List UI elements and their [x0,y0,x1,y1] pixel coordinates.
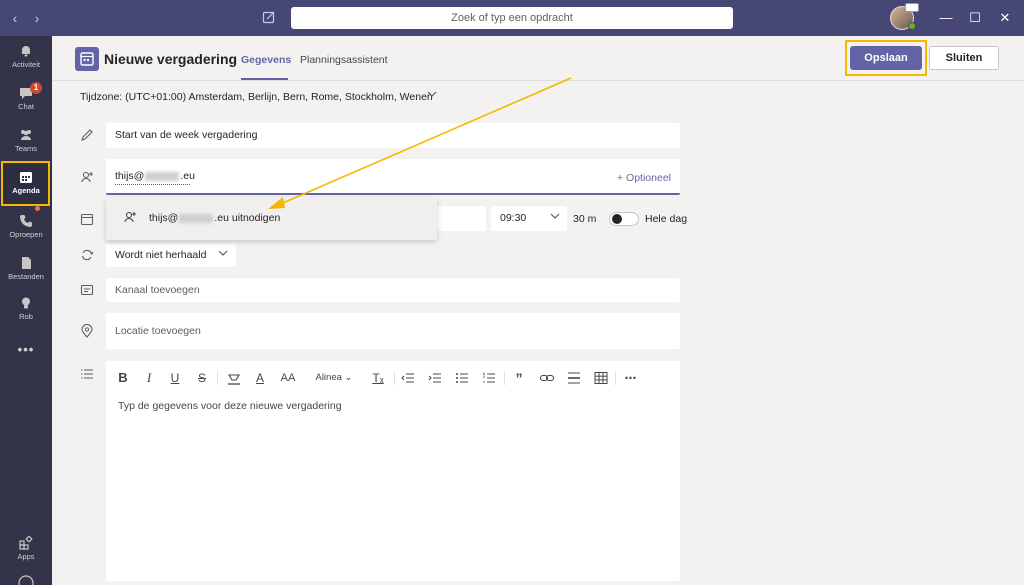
rail-item-more[interactable]: ••• [0,336,52,364]
toolbar-separator [394,371,395,385]
bell-icon [22,46,30,57]
rail-item-chat[interactable]: Chat [0,80,52,122]
duration-label: 30 m [573,213,597,225]
timezone-selector[interactable]: Tijdzone: (UTC+01:00) Amsterdam, Berlijn… [80,91,433,103]
toggle-knob [612,214,622,224]
rail-item-label: Teams [14,144,38,153]
file-icon [22,257,31,269]
help-icon[interactable] [18,575,34,585]
repeat-select[interactable]: Wordt niet herhaald [106,244,236,267]
search-input[interactable]: Zoek of typ een opdracht [291,7,733,29]
title-input[interactable]: Start van de week vergadering [106,123,680,148]
back-icon[interactable]: ‹ [6,9,24,27]
table-icon[interactable] [594,370,608,386]
clear-format-button[interactable]: Tₓ [370,370,386,386]
chat-badge: 1 [30,82,42,94]
details-editor[interactable] [106,361,680,581]
teams-icon [21,130,31,140]
chevron-down-icon[interactable] [427,89,437,99]
rail-item-activity[interactable]: Activiteit [0,38,52,80]
redacted-domain [145,171,180,181]
end-date-input[interactable] [437,206,486,231]
tab-details[interactable]: Gegevens [241,54,291,66]
bulb-icon [22,297,30,309]
apps-icon [19,536,33,550]
spellcheck-underline [115,183,190,185]
attendee-suffix: .eu [180,170,195,182]
rail-item-rob[interactable]: Rob [0,290,52,332]
agenda-highlight-annotation [1,161,50,206]
underline-button[interactable]: U [168,370,182,386]
channel-icon [80,284,94,296]
save-button[interactable]: Opslaan [850,46,922,70]
numbered-list-icon[interactable] [482,370,496,386]
toolbar-separator [615,371,616,385]
highlight-icon[interactable] [226,370,242,386]
link-icon[interactable] [539,370,555,386]
indent-icon[interactable] [428,370,442,386]
paragraph-select[interactable]: Alinea ⌄ [314,370,354,386]
chevron-down-icon[interactable] [218,248,228,258]
tab-underline [241,78,288,80]
bold-button[interactable]: B [116,370,130,386]
attendee-prefix: thijs@ [115,170,145,182]
presence-status-icon [908,22,916,30]
rail-item-label: Rob [19,312,33,321]
optional-attendees-link[interactable]: + Optioneel [617,172,671,184]
tab-scheduling-assistant[interactable]: Planningsassistent [300,54,388,66]
location-icon [81,324,93,338]
invite-prefix: thijs@ [149,212,179,224]
rail-item-files[interactable]: Bestanden [0,250,52,292]
outdent-icon[interactable] [401,370,415,386]
quote-button[interactable]: ” [512,370,526,386]
close-window-button[interactable]: ✕ [996,9,1014,27]
rail-item-label: Apps [17,552,35,561]
toolbar-separator [217,371,218,385]
rail-item-calls[interactable]: Oproepen [0,208,52,250]
minimize-button[interactable]: — [937,9,955,27]
more-options-icon[interactable]: ⋯ [623,370,639,386]
allday-label: Hele dag [645,213,688,225]
rail-item-apps[interactable]: Apps [0,530,52,572]
calendar-icon [80,213,94,226]
rail-item-label: Chat [18,102,34,111]
horizontal-rule-icon[interactable] [567,370,581,386]
repeat-icon [81,249,94,261]
compose-icon[interactable] [262,10,276,24]
rail-item-label: Oproepen [9,230,43,239]
rail-item-label: Activiteit [12,60,40,69]
paragraph-label: Alinea [315,372,342,383]
page-title: Nieuwe vergadering [104,51,238,67]
pencil-icon [81,129,93,141]
add-person-icon [81,171,93,183]
close-button[interactable]: Sluiten [929,46,999,70]
editor-placeholder: Typ de gegevens voor deze nieuwe vergade… [118,400,342,412]
invite-suggestion-text[interactable]: thijs@ .eu uitnodigen [149,212,280,224]
forward-icon[interactable]: › [28,9,46,27]
invite-suffix: .eu uitnodigen [214,212,281,224]
attendee-typed-text: thijs@ .eu [115,170,195,182]
calendar-icon [75,47,99,71]
rail-item-label: Bestanden [8,272,44,281]
add-person-icon [124,211,136,223]
rail-item-teams[interactable]: Teams [0,122,52,164]
location-input[interactable]: Locatie toevoegen [106,313,680,349]
bullet-list-icon[interactable] [455,370,469,386]
details-icon [81,369,93,379]
font-color-button[interactable]: A [253,370,267,386]
phone-icon [20,215,32,227]
maximize-button[interactable]: ☐ [966,9,984,27]
channel-input[interactable]: Kanaal toevoegen [106,278,680,302]
italic-button[interactable]: I [142,370,156,386]
more-icon: ••• [17,342,35,357]
redacted-domain [179,213,214,223]
toolbar-separator [504,371,505,385]
strikethrough-button[interactable]: S [194,370,210,386]
badge-icon [905,3,919,12]
font-size-button[interactable]: AA [279,370,297,386]
chevron-down-icon[interactable] [550,211,560,221]
